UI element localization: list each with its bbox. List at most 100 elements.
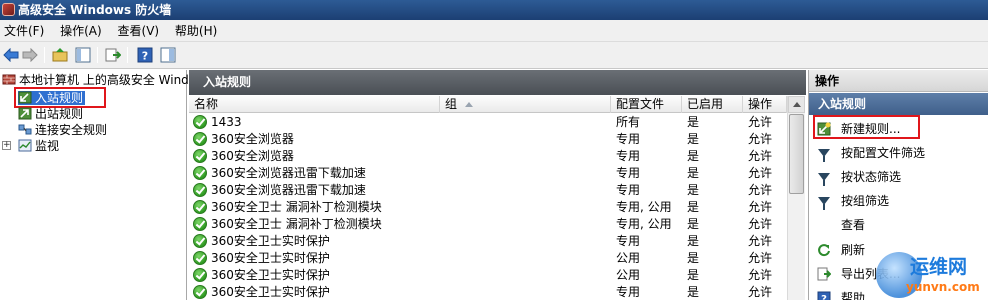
new-rule-highlight-box [813, 115, 920, 139]
cell-name: 360安全卫士实时保护 [211, 285, 330, 299]
action-help-label: 帮助 [841, 291, 866, 300]
column-header-profile[interactable]: 配置文件 [611, 96, 682, 113]
rules-list-pane: 入站规则 名称 组 配置文件 已启用 操作 1433 所有是允许 360安全浏览器专… [189, 70, 806, 300]
cell-group [440, 182, 611, 199]
cell-group [440, 131, 611, 148]
monitoring-icon [18, 139, 32, 152]
up-folder-icon[interactable] [51, 46, 69, 64]
cell-action: 允许 [748, 132, 773, 146]
action-filter-by-state[interactable]: 按状态筛选 [809, 165, 988, 189]
cell-enabled: 是 [687, 234, 700, 248]
cell-group [440, 233, 611, 250]
cell-group [440, 148, 611, 165]
cell-group [440, 267, 611, 284]
back-arrow-icon[interactable] [2, 46, 20, 64]
column-header-group-label: 组 [445, 97, 458, 111]
column-header-name[interactable]: 名称 [189, 96, 440, 113]
pane-title: 入站规则 [189, 70, 806, 95]
window-title: 高级安全 Windows 防火墙 [18, 3, 172, 17]
action-filter-by-profile[interactable]: 按配置文件筛选 [809, 141, 988, 165]
column-header-action[interactable]: 操作 [743, 96, 787, 113]
refresh-icon [818, 244, 830, 257]
tree-root-label: 本地计算机 上的高级安全 Windows [19, 73, 213, 87]
action-filter-by-state-label: 按状态筛选 [841, 170, 902, 184]
cell-group [440, 284, 611, 300]
table-row[interactable]: 360安全卫士实时保护 专用 是 允许 [189, 233, 787, 250]
cell-action: 允许 [748, 183, 773, 197]
cell-profile: 专用 [616, 183, 641, 197]
cell-name: 1433 [211, 115, 242, 129]
table-row[interactable]: 360安全卫士实时保护 公用 是 允许 [189, 267, 787, 284]
outbound-rules-icon [18, 107, 32, 120]
scrollbar-thumb[interactable] [789, 114, 804, 194]
cell-action: 允许 [748, 285, 773, 299]
export-list-icon[interactable] [104, 46, 122, 64]
cell-enabled: 是 [687, 285, 700, 299]
cell-name: 360安全浏览器 [211, 149, 294, 163]
cell-group [440, 250, 611, 267]
column-header-row: 名称 组 配置文件 已启用 操作 [189, 96, 787, 113]
forward-arrow-icon[interactable] [21, 46, 39, 64]
cell-action: 允许 [748, 251, 773, 265]
tree-item-monitoring[interactable]: + 监视 [2, 138, 59, 154]
vertical-scrollbar[interactable] [787, 96, 805, 300]
cell-name: 360安全浏览器迅雷下载加速 [211, 166, 366, 180]
action-view[interactable]: 查看 [809, 213, 988, 237]
tree-root[interactable]: 本地计算机 上的高级安全 Windows [2, 72, 212, 88]
help-icon: ? [817, 291, 831, 300]
help-icon[interactable]: ? [136, 46, 154, 64]
firewall-root-icon [2, 74, 16, 85]
tree-item-outbound-rules[interactable]: 出站规则 [18, 106, 83, 122]
scroll-up-arrow-icon[interactable] [788, 96, 805, 113]
cell-name: 360安全卫士 漏洞补丁检测模块 [211, 217, 382, 231]
cell-name: 360安全卫士实时保护 [211, 268, 330, 282]
properties-pane-icon[interactable] [159, 46, 177, 64]
expand-toggle-icon[interactable]: + [2, 141, 11, 150]
menu-action[interactable]: 操作(A) [56, 20, 110, 42]
toolbar: ? [0, 42, 988, 69]
cell-name: 360安全卫士 漏洞补丁检测模块 [211, 200, 382, 214]
column-header-enabled[interactable]: 已启用 [682, 96, 743, 113]
menu-file[interactable]: 文件(F) [0, 20, 52, 42]
firewall-app-icon [2, 3, 15, 16]
cell-profile: 专用 [616, 132, 641, 146]
column-header-group[interactable]: 组 [440, 96, 611, 113]
tree-item-connection-security-rules[interactable]: 连接安全规则 [18, 122, 107, 138]
window-titlebar: 高级安全 Windows 防火墙 [0, 0, 988, 20]
table-row[interactable]: 360安全卫士 漏洞补丁检测模块 专用, 公用 是 允许 [189, 216, 787, 233]
cell-profile: 专用, 公用 [616, 200, 672, 214]
table-row[interactable]: 360安全浏览器 专用 是 允许 [189, 131, 787, 148]
cell-action: 允许 [748, 234, 773, 248]
actions-section-title[interactable]: 入站规则 [809, 93, 988, 115]
cell-group [440, 114, 611, 131]
menu-help[interactable]: 帮助(H) [171, 20, 225, 42]
table-row[interactable]: 1433 所有 是 允许 [189, 114, 787, 131]
cell-enabled: 是 [687, 200, 700, 214]
table-row[interactable]: 360安全卫士实时保护 专用 是 允许 [189, 284, 787, 300]
table-row[interactable]: 360安全浏览器迅雷下载加速 专用 是 允许 [189, 165, 787, 182]
action-filter-by-profile-label: 按配置文件筛选 [841, 146, 926, 160]
show-hide-tree-icon[interactable] [74, 46, 92, 64]
action-filter-by-group[interactable]: 按组筛选 [809, 189, 988, 213]
svg-text:?: ? [142, 50, 148, 63]
table-row[interactable]: 360安全卫士 漏洞补丁检测模块 专用, 公用 是 允许 [189, 199, 787, 216]
action-view-label: 查看 [841, 218, 866, 232]
table-row[interactable]: 360安全卫士实时保护 公用 是 允许 [189, 250, 787, 267]
cell-group [440, 165, 611, 182]
inbound-rules-highlight-box [14, 87, 106, 108]
cell-profile: 专用 [616, 149, 641, 163]
sort-ascending-icon [465, 102, 474, 107]
cell-group [440, 199, 611, 216]
watermark-cn-text: 运维网 [910, 256, 968, 278]
export-list-icon [817, 267, 831, 281]
table-row[interactable]: 360安全浏览器 专用 是 允许 [189, 148, 787, 165]
table-row[interactable]: 360安全浏览器迅雷下载加速 专用 是 允许 [189, 182, 787, 199]
watermark-en-text: yunvn.com [906, 280, 980, 294]
cell-group [440, 216, 611, 233]
menu-view[interactable]: 查看(V) [114, 20, 168, 42]
cell-profile: 专用 [616, 285, 641, 299]
filter-icon [818, 149, 830, 162]
navigation-tree: 本地计算机 上的高级安全 Windows 入站规则 出站规则 连接安全规则 + … [0, 70, 212, 300]
cell-profile: 公用 [616, 251, 641, 265]
cell-name: 360安全卫士实时保护 [211, 251, 330, 265]
